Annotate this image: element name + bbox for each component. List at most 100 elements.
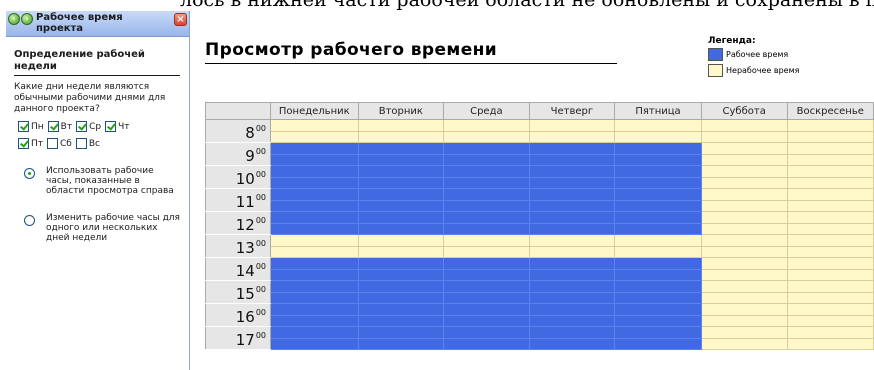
checkbox-tue[interactable]: Вт [47,121,72,132]
time-cell-tue[interactable] [357,257,445,270]
time-cell-thu[interactable] [528,130,616,143]
time-cell-fri[interactable] [614,153,702,166]
time-cell-tue[interactable] [357,234,445,247]
time-cell-sun[interactable] [786,280,874,293]
time-cell-wed[interactable] [443,280,530,293]
time-cell-fri[interactable] [614,314,702,327]
checkbox-sun[interactable]: Вс [75,138,100,149]
time-cell-fri[interactable] [614,291,702,304]
time-cell-mon[interactable] [270,153,359,166]
time-cell-thu[interactable] [528,337,616,350]
time-cell-fri[interactable] [614,234,702,247]
time-cell-thu[interactable] [528,153,616,166]
time-cell-thu[interactable] [528,211,616,224]
radio-use-shown-hours-circle[interactable] [24,168,35,179]
time-cell-fri[interactable] [614,142,702,155]
checkbox-mon-box[interactable] [18,121,29,132]
time-cell-tue[interactable] [357,130,445,143]
time-cell-tue[interactable] [357,245,445,258]
time-cell-fri[interactable] [614,188,702,201]
time-cell-thu[interactable] [528,234,616,247]
time-cell-tue[interactable] [357,337,445,350]
time-cell-mon[interactable] [270,291,359,304]
time-cell-sat[interactable] [700,234,788,247]
time-cell-sat[interactable] [700,142,788,155]
time-cell-sat[interactable] [700,176,788,189]
time-cell-wed[interactable] [443,314,530,327]
time-cell-sat[interactable] [700,211,788,224]
time-cell-sat[interactable] [700,188,788,201]
time-cell-thu[interactable] [528,199,616,212]
time-cell-tue[interactable] [357,326,445,339]
time-cell-thu[interactable] [528,314,616,327]
time-cell-sun[interactable] [786,314,874,327]
time-cell-thu[interactable] [528,165,616,178]
time-cell-fri[interactable] [614,326,702,339]
time-cell-thu[interactable] [528,326,616,339]
time-cell-sat[interactable] [700,199,788,212]
time-cell-sat[interactable] [700,222,788,235]
time-cell-sun[interactable] [786,303,874,316]
checkbox-thu-box[interactable] [105,121,117,132]
time-cell-tue[interactable] [357,142,445,155]
time-cell-sun[interactable] [786,326,874,339]
time-cell-tue[interactable] [357,222,445,235]
time-cell-thu[interactable] [528,303,616,316]
time-cell-sun[interactable] [786,119,874,132]
time-cell-tue[interactable] [357,119,445,132]
back-arrow-icon[interactable]: ‹ [8,13,20,25]
checkbox-wed[interactable]: Ср [76,121,101,132]
time-cell-sun[interactable] [786,211,874,224]
time-cell-wed[interactable] [443,142,530,155]
time-cell-fri[interactable] [614,165,702,178]
time-cell-thu[interactable] [528,142,616,155]
time-cell-sat[interactable] [700,326,788,339]
time-cell-thu[interactable] [528,176,616,189]
time-cell-sun[interactable] [786,188,874,201]
time-cell-mon[interactable] [270,199,359,212]
time-cell-sun[interactable] [786,245,874,258]
time-cell-tue[interactable] [357,188,445,201]
time-cell-mon[interactable] [270,314,359,327]
time-cell-mon[interactable] [270,188,359,201]
time-cell-sat[interactable] [700,130,788,143]
time-cell-mon[interactable] [270,268,359,281]
time-cell-tue[interactable] [357,291,445,304]
time-cell-sun[interactable] [786,222,874,235]
time-cell-tue[interactable] [357,199,445,212]
time-cell-tue[interactable] [357,314,445,327]
time-cell-mon[interactable] [270,119,359,132]
time-cell-thu[interactable] [528,119,616,132]
time-cell-sun[interactable] [786,153,874,166]
time-cell-fri[interactable] [614,222,702,235]
time-cell-wed[interactable] [443,188,530,201]
time-cell-thu[interactable] [528,222,616,235]
time-cell-fri[interactable] [614,130,702,143]
time-cell-thu[interactable] [528,257,616,270]
time-cell-wed[interactable] [443,211,530,224]
radio-change-hours-circle[interactable] [24,215,35,226]
forward-arrow-icon[interactable]: › [21,13,33,25]
time-cell-sun[interactable] [786,176,874,189]
time-cell-mon[interactable] [270,222,359,235]
time-cell-fri[interactable] [614,337,702,350]
checkbox-fri-box[interactable] [18,138,29,149]
time-cell-wed[interactable] [443,153,530,166]
time-cell-fri[interactable] [614,119,702,132]
time-cell-wed[interactable] [443,268,530,281]
time-cell-tue[interactable] [357,280,445,293]
time-cell-sun[interactable] [786,142,874,155]
time-cell-sat[interactable] [700,245,788,258]
time-cell-fri[interactable] [614,211,702,224]
time-cell-tue[interactable] [357,303,445,316]
time-cell-fri[interactable] [614,199,702,212]
time-cell-sun[interactable] [786,337,874,350]
time-cell-wed[interactable] [443,176,530,189]
checkbox-wed-box[interactable] [76,121,88,132]
time-cell-fri[interactable] [614,245,702,258]
time-cell-mon[interactable] [270,326,359,339]
time-cell-wed[interactable] [443,303,530,316]
time-cell-tue[interactable] [357,176,445,189]
time-cell-wed[interactable] [443,291,530,304]
time-cell-sat[interactable] [700,119,788,132]
